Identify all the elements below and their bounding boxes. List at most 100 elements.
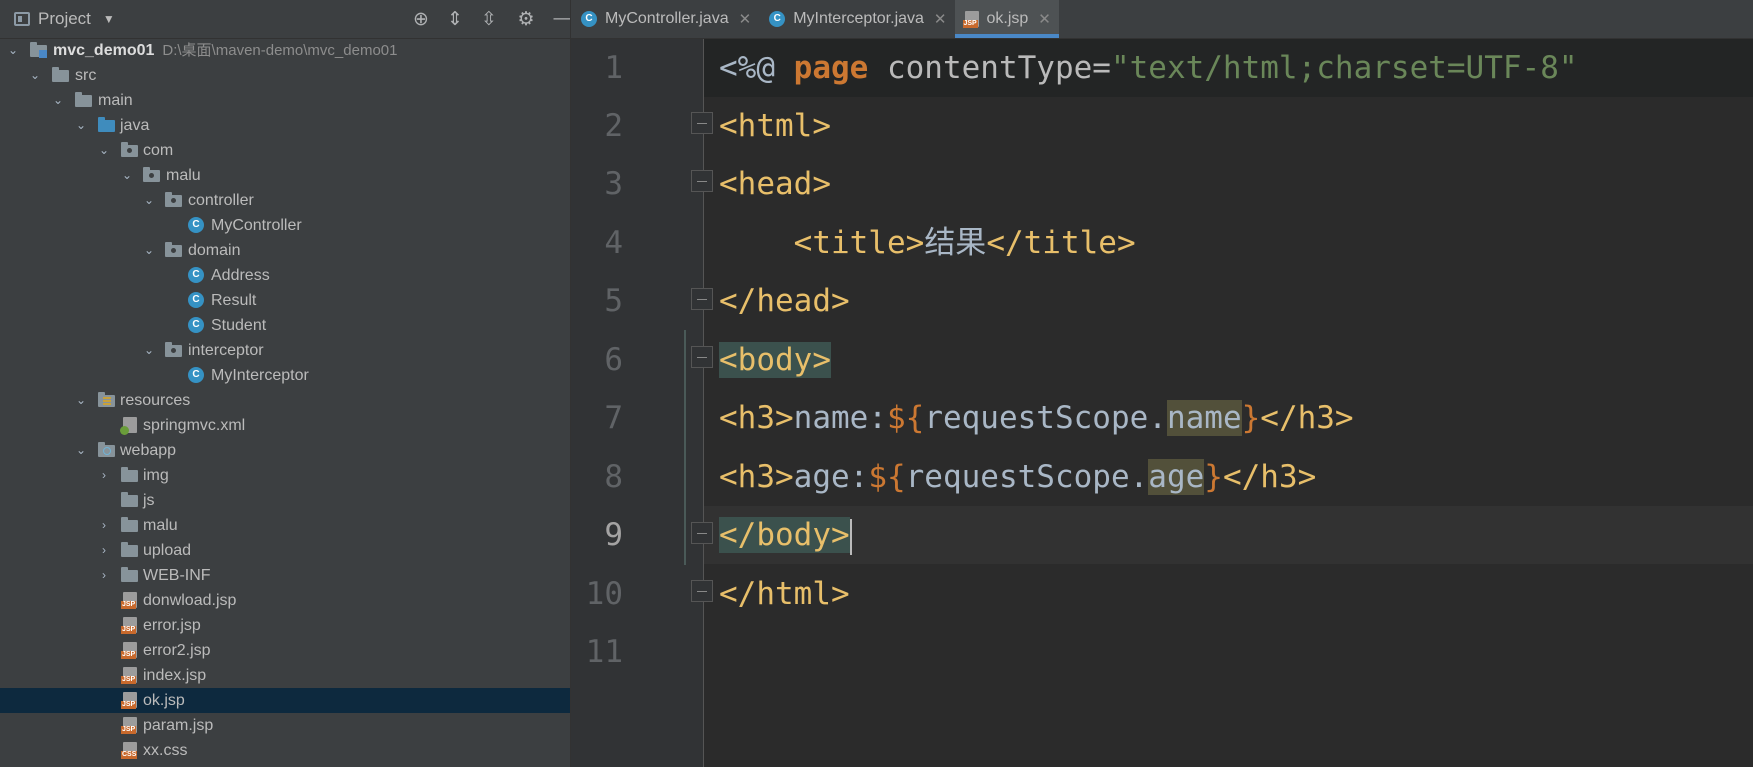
tree-item-malu-folder[interactable]: › malu: [0, 513, 570, 538]
code-line-10[interactable]: </html>: [719, 565, 850, 623]
tree-item-donwload-jsp[interactable]: JSP donwload.jsp: [0, 588, 570, 613]
tree-item-malu[interactable]: ⌄ malu: [0, 163, 570, 188]
java-class-icon: C: [769, 11, 786, 27]
chevron-down-icon[interactable]: ⌄: [51, 88, 65, 113]
tree-item-error2-jsp[interactable]: JSP error2.jsp: [0, 638, 570, 663]
tree-item-label: main: [98, 92, 133, 109]
code-line-7[interactable]: <h3>name:${requestScope.name}</h3>: [719, 389, 1354, 447]
code-line-5[interactable]: </head>: [719, 272, 850, 330]
root-module-path: D:\桌面\maven-demo\mvc_demo01: [162, 42, 398, 59]
chevron-right-icon[interactable]: ›: [97, 513, 111, 538]
fold-marker-html-end[interactable]: [691, 580, 713, 602]
java-class-icon: C: [188, 367, 204, 383]
tree-item-result[interactable]: C Result: [0, 288, 570, 313]
tree-item-root[interactable]: ⌄ mvc_demo01 D:\桌面\maven-demo\mvc_demo01: [0, 38, 570, 63]
code-editor[interactable]: 1 2 3 4 5 6 7 8 9 10 11 <%@ page content…: [571, 39, 1753, 767]
crosshair-icon[interactable]: ⊕: [404, 8, 438, 31]
tree-item-label: resources: [120, 392, 191, 409]
chevron-down-icon[interactable]: ⌄: [74, 388, 88, 413]
chevron-down-icon[interactable]: ⌄: [74, 113, 88, 138]
close-icon[interactable]: ✕: [739, 10, 752, 28]
tree-item-label: param.jsp: [143, 717, 214, 734]
tree-item-interceptor[interactable]: ⌄ interceptor: [0, 338, 570, 363]
chevron-down-icon[interactable]: ⌄: [142, 338, 156, 363]
tree-item-mycontroller[interactable]: C MyController: [0, 213, 570, 238]
tree-item-label: donwload.jsp: [143, 592, 237, 609]
code-line-9[interactable]: </body>: [719, 506, 852, 564]
chevron-down-icon[interactable]: ⌄: [97, 138, 111, 163]
tree-item-resources[interactable]: ⌄ resources: [0, 388, 570, 413]
tree-item-controller[interactable]: ⌄ controller: [0, 188, 570, 213]
tree-item-xx-css[interactable]: CSS xx.css: [0, 738, 570, 763]
chevron-down-icon[interactable]: ⌄: [74, 438, 88, 463]
chevron-right-icon[interactable]: ›: [97, 563, 111, 588]
collapse-all-icon[interactable]: ⇳: [472, 8, 506, 31]
fold-marker-head[interactable]: [691, 170, 713, 192]
chevron-down-icon[interactable]: ⌄: [6, 38, 20, 63]
gutter-separator: [703, 39, 704, 767]
tree-item-java[interactable]: ⌄ java: [0, 113, 570, 138]
fold-marker-body-end[interactable]: [691, 522, 713, 544]
close-icon[interactable]: ✕: [934, 10, 947, 28]
tree-item-label: src: [75, 67, 97, 84]
code-line-6[interactable]: <body>: [719, 331, 831, 389]
folder-icon: [121, 467, 138, 482]
tree-item-img[interactable]: › img: [0, 463, 570, 488]
tree-item-student[interactable]: C Student: [0, 313, 570, 338]
chevron-right-icon[interactable]: ›: [97, 538, 111, 563]
code-line-2[interactable]: <html>: [719, 97, 831, 155]
tree-item-upload[interactable]: › upload: [0, 538, 570, 563]
code-line-8[interactable]: <h3>age:${requestScope.age}</h3>: [719, 448, 1316, 506]
el-expression: requestScope.: [905, 459, 1149, 495]
chevron-down-icon[interactable]: ⌄: [120, 163, 134, 188]
code-line-3[interactable]: <head>: [719, 155, 831, 213]
chevron-down-icon[interactable]: ⌄: [28, 63, 42, 88]
tree-item-label: malu: [143, 517, 178, 534]
chevron-right-icon[interactable]: ›: [97, 463, 111, 488]
tab-myinterceptor-java[interactable]: C MyInterceptor.java ✕: [759, 0, 954, 38]
fold-marker-head-end[interactable]: [691, 288, 713, 310]
code-line-1[interactable]: <%@ page contentType="text/html;charset=…: [719, 39, 1578, 97]
project-header: Project ▼ ⊕ ⇕ ⇳ ⚙ —: [0, 0, 573, 39]
gear-icon[interactable]: ⚙: [506, 8, 546, 31]
chevron-down-icon[interactable]: ⌄: [142, 188, 156, 213]
tree-item-web-inf[interactable]: › WEB-INF: [0, 563, 570, 588]
tree-item-main[interactable]: ⌄ main: [0, 88, 570, 113]
code-line-4[interactable]: <title>结果</title>: [719, 214, 1136, 272]
expand-all-icon[interactable]: ⇕: [438, 8, 472, 31]
jsp-file-icon: JSP: [121, 617, 137, 634]
tree-item-myinterceptor[interactable]: C MyInterceptor: [0, 363, 570, 388]
tab-mycontroller-java[interactable]: C MyController.java ✕: [571, 0, 759, 38]
tree-item-error-jsp[interactable]: JSP error.jsp: [0, 613, 570, 638]
root-module-name: mvc_demo01: [53, 42, 155, 59]
tree-item-src[interactable]: ⌄ src: [0, 63, 570, 88]
tree-item-label: interceptor: [188, 342, 264, 359]
tab-label: MyController.java: [605, 10, 729, 27]
fold-marker-body[interactable]: [691, 346, 713, 368]
java-class-icon: C: [188, 317, 204, 333]
tree-item-webapp[interactable]: ⌄ webapp: [0, 438, 570, 463]
project-view-selector[interactable]: Project ▼: [14, 9, 115, 29]
tree-item-index-jsp[interactable]: JSP index.jsp: [0, 663, 570, 688]
line-number: 6: [604, 342, 623, 378]
tree-item-js[interactable]: js: [0, 488, 570, 513]
tree-item-address[interactable]: C Address: [0, 263, 570, 288]
tree-item-ok-jsp[interactable]: JSP ok.jsp: [0, 688, 570, 713]
project-panel: Project ▼ ⊕ ⇕ ⇳ ⚙ — ⌄ mvc_demo01 D:\桌面\ma…: [0, 0, 573, 767]
tree-item-label: WEB-INF: [143, 567, 211, 584]
tree-item-param-jsp[interactable]: JSP param.jsp: [0, 713, 570, 738]
tree-item-label: springmvc.xml: [143, 417, 246, 434]
text: name:: [793, 400, 887, 436]
tree-item-domain[interactable]: ⌄ domain: [0, 238, 570, 263]
tree-item-label: error2.jsp: [143, 642, 211, 659]
close-icon[interactable]: ✕: [1038, 10, 1051, 28]
tab-label: MyInterceptor.java: [793, 10, 924, 27]
chevron-down-icon[interactable]: ⌄: [142, 238, 156, 263]
html-tag: <h3>: [719, 459, 794, 495]
java-class-icon: C: [188, 267, 204, 283]
fold-marker-html[interactable]: [691, 112, 713, 134]
tree-item-springmvc-xml[interactable]: springmvc.xml: [0, 413, 570, 438]
html-tag: </h3>: [1260, 400, 1354, 436]
tab-ok-jsp[interactable]: JSP ok.jsp ✕: [954, 0, 1060, 38]
tree-item-com[interactable]: ⌄ com: [0, 138, 570, 163]
